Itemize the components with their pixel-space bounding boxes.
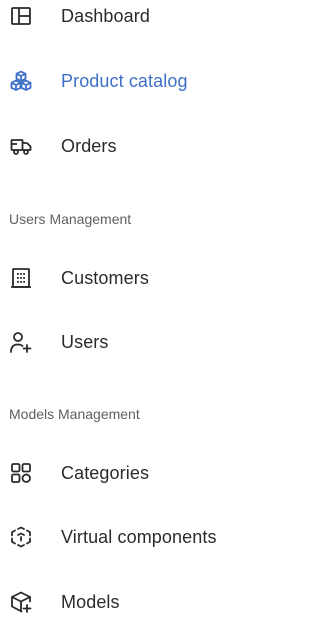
sidebar-item-product-catalog[interactable]: Product catalog [0, 59, 257, 103]
sidebar: Dashboard Product catalog Orders Users M… [0, 0, 257, 619]
add-user-icon [9, 330, 33, 354]
building-icon [9, 266, 33, 290]
sidebar-item-label: Dashboard [61, 5, 150, 26]
sidebar-item-label: Customers [61, 267, 149, 288]
sidebar-item-label: Categories [61, 462, 150, 483]
sidebar-item-virtual-components[interactable]: Virtual components [0, 515, 257, 559]
sidebar-item-customers[interactable]: Customers [0, 256, 257, 300]
add-model-icon [9, 590, 33, 614]
delivery-truck-icon [9, 134, 33, 158]
virtual-component-icon [9, 525, 33, 549]
sidebar-item-label: Orders [61, 135, 117, 156]
dashboard-layout-icon [9, 4, 33, 28]
sidebar-item-orders[interactable]: Orders [0, 124, 257, 168]
sidebar-item-label: Product catalog [61, 70, 188, 91]
sidebar-item-label: Virtual components [61, 526, 217, 547]
section-heading-users-management: Users Management [9, 211, 132, 227]
categories-grid-icon [9, 461, 33, 485]
boxes-icon [9, 69, 33, 93]
sidebar-item-dashboard[interactable]: Dashboard [0, 0, 257, 38]
sidebar-item-label: Models [61, 591, 120, 612]
sidebar-item-users[interactable]: Users [0, 320, 257, 364]
section-heading-models-management: Models Management [9, 406, 140, 422]
sidebar-item-models[interactable]: Models [0, 580, 257, 619]
sidebar-item-label: Users [61, 331, 109, 352]
sidebar-item-categories[interactable]: Categories [0, 451, 257, 495]
